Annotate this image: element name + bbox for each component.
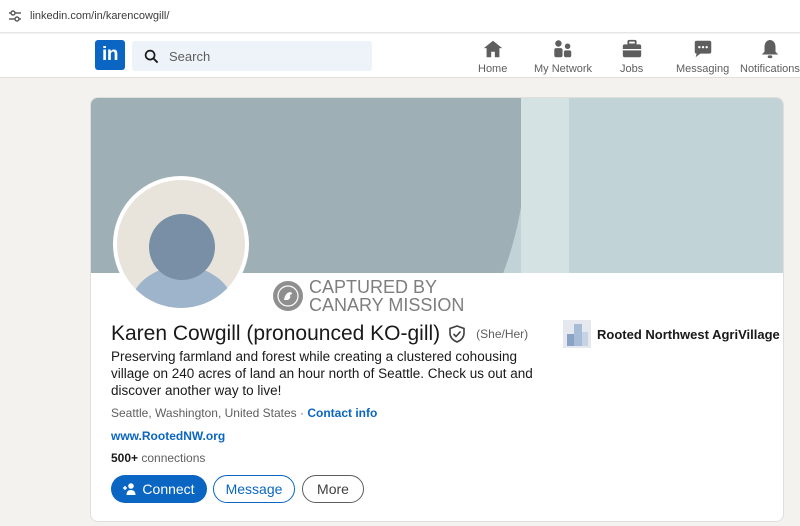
watermark-line2: CANARY MISSION: [309, 295, 465, 315]
message-button[interactable]: Message: [213, 475, 295, 503]
name-row: Karen Cowgill (pronounced KO-gill) (She/…: [111, 322, 528, 346]
briefcase-icon: [622, 39, 641, 58]
banner-stripe: [521, 98, 569, 273]
nav-item-jobs[interactable]: Jobs: [620, 38, 643, 78]
chat-icon: [694, 40, 711, 58]
bird-seal-icon: [273, 281, 303, 311]
connections-count: 500+: [111, 451, 139, 465]
nav-item-home[interactable]: Home: [478, 38, 507, 78]
watermark: CAPTURED BY CANARY MISSION: [273, 278, 464, 314]
company-name: Rooted Northwest AgriVillage: [597, 326, 780, 342]
browser-address-bar: linkedin.com/in/karencowgill/: [0, 0, 800, 33]
search-input[interactable]: Search: [132, 41, 372, 71]
pronouns: (She/Her): [476, 327, 529, 341]
current-company[interactable]: Rooted Northwest AgriVillage: [563, 320, 780, 348]
search-placeholder: Search: [169, 48, 211, 64]
search-icon: [144, 49, 159, 63]
nav-label-home: Home: [478, 63, 508, 75]
home-icon: [483, 40, 502, 58]
nav-item-messaging[interactable]: Messaging: [676, 38, 729, 78]
top-nav: in Search Home My Network Jobs Messaging…: [0, 34, 800, 78]
avatar-placeholder: [117, 180, 245, 308]
connections-label: connections: [138, 451, 206, 465]
location-row: Seattle, Washington, United States · Con…: [111, 406, 377, 420]
bell-icon: [761, 39, 779, 59]
connect-label: Connect: [142, 481, 195, 497]
nav-label-jobs: Jobs: [620, 63, 644, 75]
more-button[interactable]: More: [302, 475, 364, 503]
add-person-icon: [123, 483, 136, 495]
connections[interactable]: 500+ connections: [111, 451, 205, 465]
company-logo: [563, 320, 591, 348]
verified-shield-icon[interactable]: [448, 325, 466, 343]
nav-item-notifications[interactable]: Notifications: [740, 38, 800, 78]
contact-info-link[interactable]: Contact info: [307, 406, 377, 420]
connect-button[interactable]: Connect: [111, 475, 207, 503]
profile-name: Karen Cowgill (pronounced KO-gill): [111, 322, 441, 345]
avatar[interactable]: [113, 176, 249, 312]
nav-item-my-network[interactable]: My Network: [534, 38, 592, 78]
website-link[interactable]: www.RootedNW.org: [111, 429, 225, 443]
avatar-head-shape: [149, 214, 215, 280]
watermark-line1: CAPTURED BY: [309, 277, 438, 297]
site-settings-icon[interactable]: [8, 9, 22, 23]
location: Seattle, Washington, United States: [111, 406, 297, 420]
separator: ·: [296, 406, 308, 420]
nav-label-notifications: Notifications: [740, 63, 800, 75]
profile-headline: Preserving farmland and forest while cre…: [111, 349, 533, 398]
nav-label-messaging: Messaging: [676, 63, 730, 75]
linkedin-logo[interactable]: in: [95, 40, 125, 70]
profile-card: CAPTURED BY CANARY MISSION Karen Cowgill…: [90, 97, 784, 522]
network-icon: [554, 40, 572, 58]
url-text[interactable]: linkedin.com/in/karencowgill/: [30, 10, 169, 22]
nav-label-my-network: My Network: [534, 63, 593, 75]
